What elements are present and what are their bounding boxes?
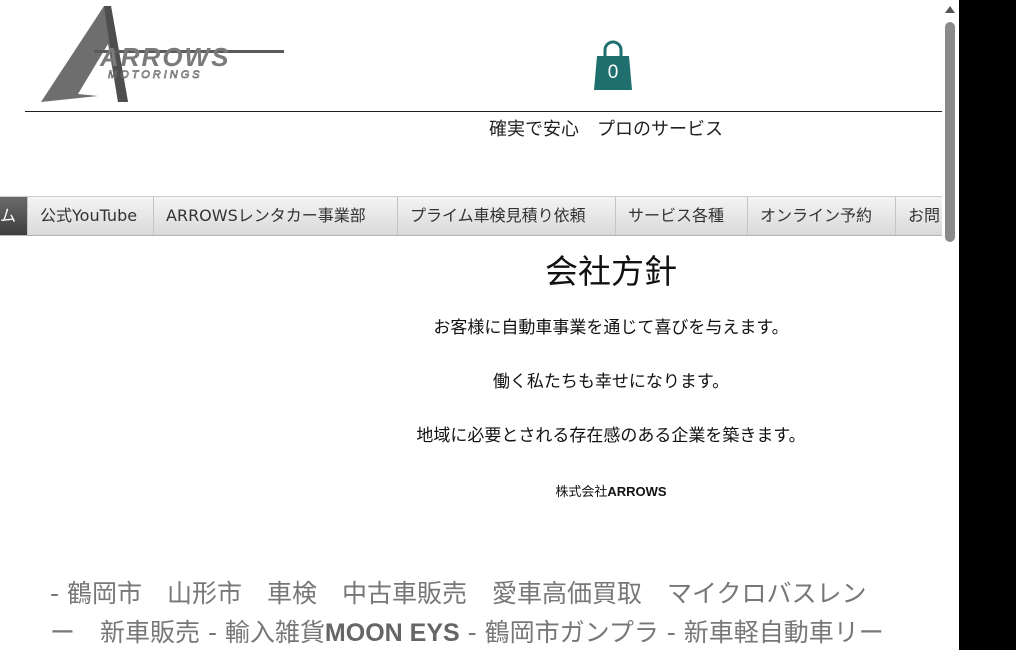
arrows-logo[interactable]: ARROWS MOTORINGS: [38, 4, 288, 106]
policy-line-1: お客様に自動車事業を通じて喜びを与えます。: [433, 318, 789, 338]
company-prefix: 株式会社: [555, 485, 608, 500]
nav-item-contact[interactable]: お問: [896, 197, 942, 235]
keyword-line-2a: ー 新車販売 - 輸入雑貨: [50, 618, 325, 647]
keyword-moon-eys[interactable]: MOON EYS: [325, 619, 460, 647]
keyword-line-2c: - 鶴岡市ガンプラ - 新車軽自動車リー: [459, 618, 884, 647]
page-viewport: ARROWS MOTORINGS 0 確実で安心 プロのサービス ム 公式You…: [0, 0, 942, 650]
vertical-scrollbar[interactable]: [942, 0, 959, 650]
keyword-line-1: - 鶴岡市 山形市 車検 中古車販売 愛車高価買取 マイクロバスレン: [50, 579, 867, 608]
nav-item-home[interactable]: ム: [0, 197, 28, 235]
logo-graphic: ARROWS MOTORINGS: [41, 6, 284, 102]
company-bold: ARROWS: [607, 484, 667, 499]
header-divider: [25, 111, 942, 112]
tagline: 確実で安心 プロのサービス: [489, 119, 723, 140]
main-nav: ム 公式YouTube ARROWSレンタカー事業部 プライム車検見積り依頼 サ…: [0, 196, 942, 236]
scroll-up-arrow-icon[interactable]: [945, 6, 955, 13]
cart-button[interactable]: 0: [592, 38, 634, 92]
logo-text: ARROWS: [99, 42, 230, 72]
nav-item-youtube[interactable]: 公式YouTube: [28, 197, 154, 235]
scroll-thumb[interactable]: [945, 22, 955, 242]
keyword-line-2: ー 新車販売 - 輸入雑貨MOON EYS - 鶴岡市ガンプラ - 新車軽自動車…: [50, 613, 942, 650]
logo-subtext: MOTORINGS: [108, 69, 203, 81]
policy-title: 会社方針: [545, 252, 677, 291]
nav-item-online-booking[interactable]: オンライン予約: [748, 197, 896, 235]
nav-item-services[interactable]: サービス各種: [616, 197, 748, 235]
nav-item-inspection-quote[interactable]: プライム車検見積り依頼: [398, 197, 616, 235]
company-name: 株式会社ARROWS: [0, 481, 942, 500]
off-page-area: [959, 0, 1016, 650]
cart-count: 0: [607, 62, 619, 83]
nav-item-rental[interactable]: ARROWSレンタカー事業部: [154, 197, 398, 235]
policy-line-2: 働く私たちも幸せになります。: [492, 372, 730, 392]
keyword-footer: - 鶴岡市 山形市 車検 中古車販売 愛車高価買取 マイクロバスレン ー 新車販…: [50, 574, 942, 650]
policy-line-3: 地域に必要とされる存在感のある企業を築きます。: [416, 426, 806, 446]
